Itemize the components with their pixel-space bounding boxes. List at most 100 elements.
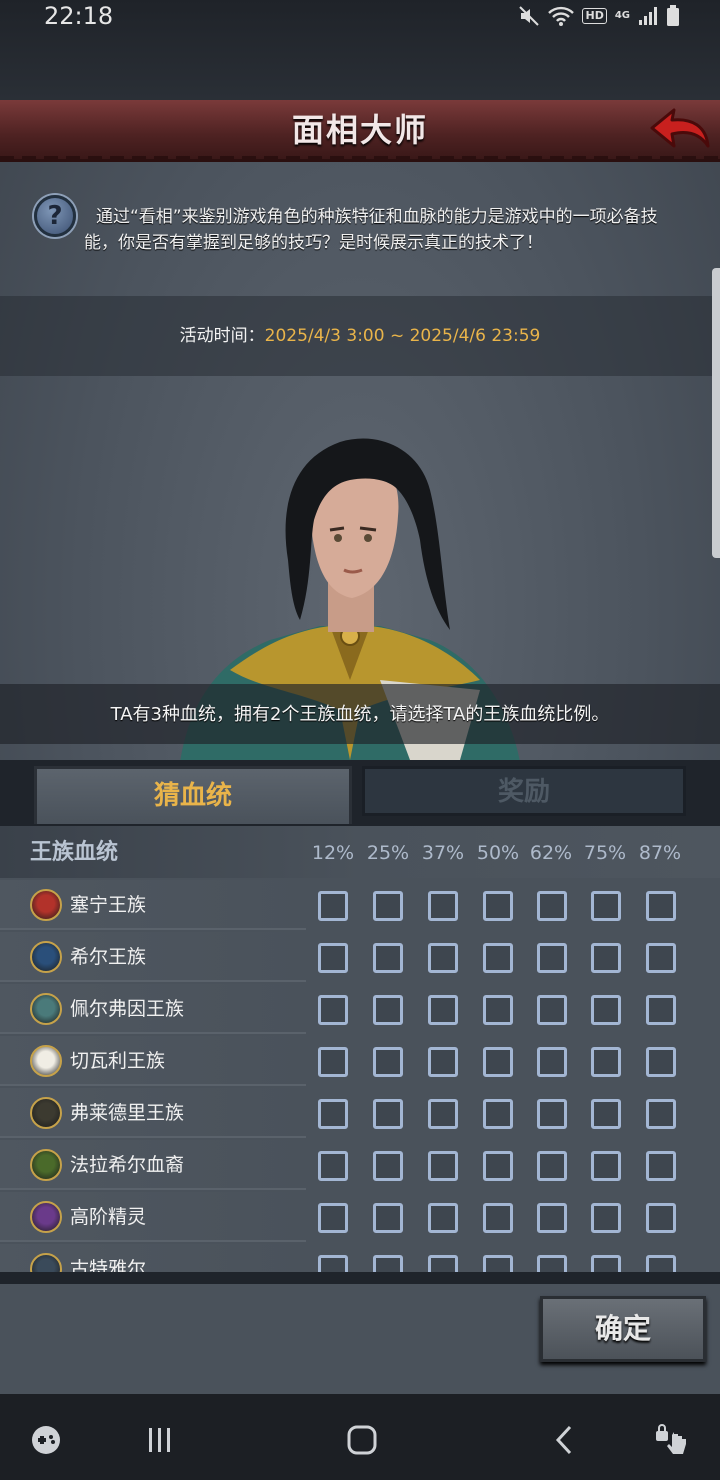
bloodline-checkbox[interactable] xyxy=(483,1099,513,1129)
bloodline-checkbox[interactable] xyxy=(537,891,567,921)
game-launcher-icon xyxy=(32,1426,60,1454)
bloodline-checkbox[interactable] xyxy=(373,943,403,973)
bloodline-checkbox[interactable] xyxy=(428,1099,458,1129)
bloodline-checkbox[interactable] xyxy=(537,1047,567,1077)
recent-apps-button[interactable] xyxy=(136,1420,184,1460)
question-text: TA有3种血统，拥有2个王族血统，请选择TA的王族血统比例。 xyxy=(110,704,610,725)
confirm-button[interactable]: 确定 xyxy=(540,1296,706,1362)
event-time-value: 2025/4/3 3:00 ~ 2025/4/6 23:59 xyxy=(264,326,541,346)
bloodline-row: 佩尔弗因王族 xyxy=(0,984,720,1036)
bloodline-checkbox[interactable] xyxy=(646,1151,676,1181)
scales-emblem-icon xyxy=(30,1045,62,1077)
bloodline-name-cell: 切瓦利王族 xyxy=(0,1036,306,1086)
help-icon[interactable]: ? xyxy=(34,195,76,237)
back-icon xyxy=(555,1425,572,1455)
bloodline-checkbox[interactable] xyxy=(428,995,458,1025)
bloodline-row: 希尔王族 xyxy=(0,932,720,984)
wifi-icon xyxy=(548,6,575,26)
4g-icon: 4G xyxy=(614,10,630,21)
bloodline-checkbox[interactable] xyxy=(428,1047,458,1077)
bloodline-name-cell: 塞宁王族 xyxy=(0,880,306,930)
home-button[interactable] xyxy=(338,1420,386,1460)
bloodline-checkbox[interactable] xyxy=(591,943,621,973)
bloodline-checkbox[interactable] xyxy=(646,1099,676,1129)
bloodline-row: 塞宁王族 xyxy=(0,880,720,932)
bloodline-checkbox[interactable] xyxy=(483,1151,513,1181)
bloodline-name-cell: 高阶精灵 xyxy=(0,1192,306,1242)
hd-icon: HD xyxy=(582,8,607,24)
bloodline-label: 佩尔弗因王族 xyxy=(70,998,185,1020)
bloodline-checkbox[interactable] xyxy=(428,1151,458,1181)
bloodline-checkbox[interactable] xyxy=(318,943,348,973)
bloodline-checkbox[interactable] xyxy=(646,995,676,1025)
bloodline-row: 切瓦利王族 xyxy=(0,1036,720,1088)
bloodline-checkbox[interactable] xyxy=(591,995,621,1025)
bloodline-checkbox[interactable] xyxy=(318,1151,348,1181)
bloodline-checkbox[interactable] xyxy=(428,1203,458,1233)
bloodline-checkbox[interactable] xyxy=(318,1099,348,1129)
status-time: 22:18 xyxy=(44,2,114,30)
percentage-header: 75% xyxy=(583,842,627,864)
bloodline-label: 希尔王族 xyxy=(70,946,147,968)
page-title: 面相大师 xyxy=(291,111,428,149)
bloodline-checkbox[interactable] xyxy=(537,995,567,1025)
bloodline-label: 塞宁王族 xyxy=(70,894,147,916)
signal-icon xyxy=(639,7,657,25)
bloodline-checkbox[interactable] xyxy=(318,1047,348,1077)
bloodline-checkbox[interactable] xyxy=(646,1203,676,1233)
bloodline-checkbox[interactable] xyxy=(591,1047,621,1077)
bloodline-checkbox[interactable] xyxy=(537,943,567,973)
bloodline-checkbox[interactable] xyxy=(591,1151,621,1181)
tab-reward[interactable]: 奖励 xyxy=(362,766,686,816)
purple-eye-emblem-icon xyxy=(30,1201,62,1233)
bloodline-checkbox[interactable] xyxy=(646,891,676,921)
bloodline-label: 法拉希尔血裔 xyxy=(70,1154,185,1176)
touch-lock-button[interactable] xyxy=(648,1420,696,1460)
bloodline-checkbox[interactable] xyxy=(373,891,403,921)
bloodline-checkbox[interactable] xyxy=(646,1047,676,1077)
bloodline-row: 高阶精灵 xyxy=(0,1192,720,1244)
bloodline-checkbox[interactable] xyxy=(373,1151,403,1181)
bloodline-checkbox[interactable] xyxy=(373,1203,403,1233)
bloodline-checkbox[interactable] xyxy=(591,1203,621,1233)
bloodline-checkbox[interactable] xyxy=(483,1047,513,1077)
bloodline-checkbox[interactable] xyxy=(591,1099,621,1129)
scroll-indicator xyxy=(712,268,720,558)
bloodline-checkbox[interactable] xyxy=(483,943,513,973)
table-bottom-border xyxy=(0,1272,720,1284)
tab-guess-bloodline[interactable]: 猜血统 xyxy=(34,766,352,824)
bloodline-checkbox[interactable] xyxy=(646,943,676,973)
intro-text: 通过“看相”来鉴别游戏角色的种族特征和血脉的能力是游戏中的一项必备技能，你是否有… xyxy=(84,207,658,253)
bloodline-name-cell: 法拉希尔血裔 xyxy=(0,1140,306,1190)
tree-emblem-icon xyxy=(30,1149,62,1181)
percentage-header: 50% xyxy=(476,842,520,864)
bloodline-checkbox[interactable] xyxy=(318,1203,348,1233)
bloodline-checkbox[interactable] xyxy=(537,1203,567,1233)
bloodline-checkbox[interactable] xyxy=(373,995,403,1025)
bloodline-checkbox[interactable] xyxy=(537,1099,567,1129)
bloodline-checkbox[interactable] xyxy=(373,1047,403,1077)
percentage-header: 12% xyxy=(311,842,355,864)
bloodline-checkbox[interactable] xyxy=(318,995,348,1025)
bloodline-name-cell: 弗莱德里王族 xyxy=(0,1088,306,1138)
bloodline-checkbox[interactable] xyxy=(318,891,348,921)
bloodline-checkbox[interactable] xyxy=(373,1099,403,1129)
bloodline-row: 弗莱德里王族 xyxy=(0,1088,720,1140)
bloodline-checkbox[interactable] xyxy=(591,891,621,921)
bloodline-label: 高阶精灵 xyxy=(70,1206,147,1228)
nav-back-button[interactable] xyxy=(540,1420,588,1460)
game-launcher-button[interactable] xyxy=(22,1420,70,1460)
bloodline-checkbox[interactable] xyxy=(483,1203,513,1233)
back-arrow-icon xyxy=(650,108,710,148)
mute-icon xyxy=(519,6,540,26)
percentage-header: 87% xyxy=(638,842,682,864)
bloodline-checkbox[interactable] xyxy=(537,1151,567,1181)
bloodline-label: 切瓦利王族 xyxy=(70,1050,166,1072)
bloodline-checkbox[interactable] xyxy=(483,995,513,1025)
back-button[interactable] xyxy=(648,104,712,156)
red-sun-emblem-icon xyxy=(30,889,62,921)
bloodline-checkbox[interactable] xyxy=(428,891,458,921)
bloodline-checkbox[interactable] xyxy=(483,891,513,921)
bloodline-checkbox[interactable] xyxy=(428,943,458,973)
touch-lock-icon xyxy=(656,1424,686,1454)
